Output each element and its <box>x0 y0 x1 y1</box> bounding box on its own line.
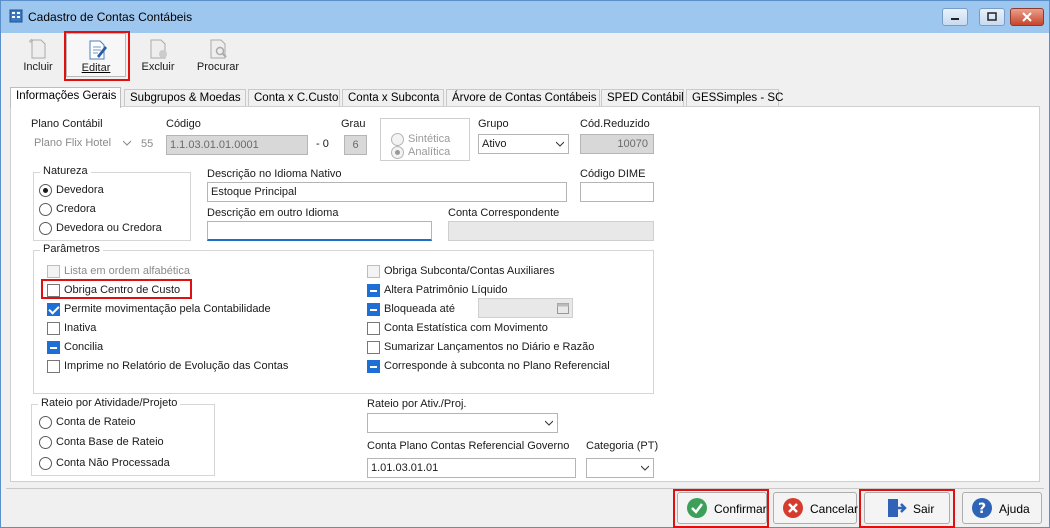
conta-corr-label: Conta Correspondente <box>448 207 560 219</box>
informacoes-gerais-panel: Plano Contábil Plano Flix Hotel 55 Códig… <box>10 106 1040 482</box>
desc-nativo-label: Descrição no Idioma Nativo <box>207 168 342 180</box>
toolbar: Incluir Editar Excluir Procurar <box>6 31 1044 81</box>
tab-informacoes-gerais[interactable]: Informações Gerais <box>10 87 121 108</box>
categoria-label: Categoria (PT) <box>586 440 659 452</box>
highlight-editar <box>64 31 130 81</box>
codreduzido-field[interactable]: 10070 <box>580 134 654 154</box>
conta-ref-field[interactable]: 1.01.03.01.01 <box>367 458 576 478</box>
ajuda-button[interactable]: ? Ajuda <box>962 492 1042 524</box>
highlight-obriga-centro-custo <box>41 279 192 299</box>
rateio-ativ-label: Rateio por Ativ./Proj. <box>367 398 467 410</box>
maximize-icon <box>987 12 997 21</box>
desc-outro-label: Descrição em outro Idioma <box>207 207 339 219</box>
procurar-button[interactable]: Procurar <box>188 33 248 77</box>
desc-nativo-field[interactable]: Estoque Principal <box>207 182 567 202</box>
bloqueada-date-field[interactable] <box>478 298 573 318</box>
desc-outro-field[interactable] <box>207 221 432 241</box>
codigo-field[interactable]: 1.1.03.01.01.0001 <box>166 135 308 155</box>
codigo-suffix: - 0 <box>316 138 329 150</box>
calendar-icon <box>557 303 569 314</box>
codigo-dime-label: Código DIME <box>580 168 646 180</box>
rateio-title: Rateio por Atividade/Projeto <box>38 397 181 409</box>
tab-conta-subconta[interactable]: Conta x Subconta <box>342 89 444 107</box>
close-icon <box>1022 12 1032 22</box>
cancelar-button[interactable]: Cancelar <box>773 492 858 524</box>
grau-label: Grau <box>341 118 366 130</box>
grupo-label: Grupo <box>478 118 509 130</box>
chevron-down-icon <box>641 465 649 471</box>
chevron-down-icon <box>545 420 553 426</box>
grupo-select[interactable]: Ativo <box>478 134 569 154</box>
plano-label: Plano Contábil <box>31 118 103 130</box>
search-document-icon <box>210 39 227 59</box>
maximize-button[interactable] <box>979 8 1005 26</box>
tab-arvore-contas[interactable]: Árvore de Contas Contábeis <box>446 89 600 107</box>
help-icon: ? <box>972 498 992 518</box>
incluir-button[interactable]: Incluir <box>8 33 68 77</box>
grau-field[interactable]: 6 <box>344 135 367 155</box>
rateio-ativ-select[interactable] <box>367 413 558 433</box>
tab-subgrupos-moedas[interactable]: Subgrupos & Moedas <box>124 89 246 107</box>
main-window: Cadastro de Contas Contábeis Incluir Edi… <box>0 0 1050 528</box>
minimize-icon <box>951 18 959 20</box>
svg-text:?: ? <box>978 501 986 517</box>
delete-document-icon <box>150 39 167 59</box>
chevron-down-icon <box>556 141 564 147</box>
plano-number: 55 <box>141 138 154 150</box>
tab-conta-ccusto[interactable]: Conta x C.Custo <box>248 89 340 107</box>
tab-sped-contabil[interactable]: SPED Contábil <box>601 89 684 107</box>
conta-corr-field[interactable] <box>448 221 654 241</box>
natureza-title: Natureza <box>40 165 91 177</box>
tab-gessimples[interactable]: GESSimples - SC <box>686 89 783 107</box>
categoria-select[interactable] <box>586 458 654 478</box>
codreduzido-label: Cód.Reduzido <box>580 118 650 130</box>
excluir-button[interactable]: Excluir <box>128 33 188 77</box>
close-button[interactable] <box>1010 8 1044 26</box>
chevron-down-icon <box>123 140 131 146</box>
plano-select[interactable]: Plano Flix Hotel <box>31 134 135 154</box>
conta-ref-label: Conta Plano Contas Referencial Governo <box>367 440 570 452</box>
parametros-title: Parâmetros <box>40 243 103 255</box>
codigo-dime-field[interactable] <box>580 182 654 202</box>
bottom-button-bar: Confirmar Cancelar Sair ? Ajuda <box>6 488 1044 528</box>
title-bar[interactable]: Cadastro de Contas Contábeis <box>1 1 1049 33</box>
highlight-confirmar <box>673 489 769 528</box>
cancel-icon <box>783 498 803 518</box>
minimize-button[interactable] <box>942 8 968 26</box>
new-document-icon <box>28 38 46 59</box>
highlight-sair <box>859 489 955 528</box>
window-title: Cadastro de Contas Contábeis <box>28 10 193 24</box>
codigo-label: Código <box>166 118 201 130</box>
app-icon <box>9 9 23 23</box>
